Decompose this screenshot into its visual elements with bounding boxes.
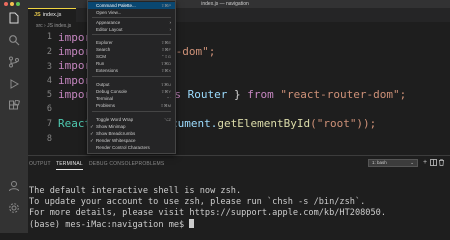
bottom-panel: OUTPUT TERMINAL DEBUG CONSOLE PROBLEMS 1…: [28, 155, 450, 233]
identifier: Router: [187, 88, 228, 101]
menu-item-appearance[interactable]: Appearance ›: [88, 19, 175, 26]
add-terminal-icon[interactable]: +: [421, 159, 429, 167]
window-title: index.js — navigation: [201, 1, 249, 7]
line-number: 2: [46, 47, 52, 57]
line-number: 8: [46, 134, 52, 144]
javascript-file-icon: JS: [34, 12, 41, 18]
call-arguments: ("root"));: [310, 117, 377, 130]
chevron-right-icon: ›: [169, 27, 172, 32]
split-terminal-icon[interactable]: [429, 159, 437, 167]
checkmark-icon: ✓: [90, 124, 94, 129]
menu-item-explorer[interactable]: Explorer ⇧⌘E: [88, 39, 175, 46]
activity-bar: [0, 8, 28, 233]
menu-item-render-control-characters[interactable]: Render Control Characters: [88, 144, 175, 151]
menu-separator: [92, 17, 171, 18]
extensions-icon[interactable]: [7, 99, 21, 114]
keyword-from: from: [247, 88, 274, 101]
view-menu: Command Palette... ⇧⌘P Open View... Appea…: [87, 0, 176, 154]
menu-item-problems[interactable]: Problems ⇧⌘M: [88, 102, 175, 109]
line-number: 4: [46, 76, 52, 86]
checkmark-icon: ✓: [90, 131, 94, 136]
checkmark-icon: ✓: [90, 138, 94, 143]
line-number: 7: [46, 119, 52, 129]
search-icon[interactable]: [7, 34, 21, 48]
line-number: 6: [46, 104, 52, 114]
menu-separator: [92, 111, 171, 112]
tab-terminal[interactable]: TERMINAL: [56, 161, 83, 170]
tab-output[interactable]: OUTPUT: [29, 161, 51, 167]
trash-icon[interactable]: [437, 159, 445, 167]
terminal-prompt: (base) mes-iMac:navigation me$: [29, 220, 190, 230]
menu-item-show-minimap[interactable]: ✓ Show Minimap: [88, 123, 175, 130]
terminal-prompt-line: (base) mes-iMac:navigation me$: [29, 219, 195, 230]
menu-item-output[interactable]: Output ⇧⌘U: [88, 81, 175, 88]
menu-item-command-palette[interactable]: Command Palette... ⇧⌘P: [88, 2, 175, 9]
menu-item-toggle-word-wrap[interactable]: Toggle Word Wrap ⌥Z: [88, 116, 175, 123]
terminal-cursor: [189, 219, 195, 228]
menu-item-render-whitespace[interactable]: ✓ Render Whitespace: [88, 137, 175, 144]
line-number: 3: [46, 62, 52, 72]
tab-problems[interactable]: PROBLEMS: [135, 161, 164, 167]
menu-item-debug-console[interactable]: Debug Console ⇧⌘Y: [88, 88, 175, 95]
menu-item-scm[interactable]: SCM ⌃⇧G: [88, 53, 175, 60]
menu-item-editor-layout[interactable]: Editor Layout ›: [88, 26, 175, 33]
tab-index-js[interactable]: JS index.js: [28, 8, 76, 22]
terminal-line: To update your account to use zsh, pleas…: [29, 197, 366, 207]
line-number: 5: [46, 90, 52, 100]
account-icon[interactable]: [7, 180, 21, 194]
tab-label: index.js: [42, 12, 62, 18]
line-number: 1: [46, 32, 52, 42]
explorer-icon[interactable]: [7, 12, 21, 26]
chevron-right-icon: ›: [169, 20, 172, 25]
tab-debug-console[interactable]: DEBUG CONSOLE: [89, 161, 135, 167]
source-control-icon[interactable]: [7, 56, 21, 70]
menu-item-show-breadcrumbs[interactable]: ✓ Show Breadcrumbs: [88, 130, 175, 137]
terminal-line: For more details, please visit https://s…: [29, 208, 386, 218]
menu-separator: [92, 76, 171, 77]
string-literal: "react-router-dom";: [280, 88, 407, 101]
title-bar: index.js — navigation: [0, 0, 450, 8]
terminal-line: The default interactive shell is now zsh…: [29, 186, 242, 196]
terminal-shell-select[interactable]: 1: bash ⌄: [368, 159, 418, 167]
menu-item-extensions[interactable]: Extensions ⇧⌘X: [88, 67, 175, 74]
settings-gear-icon[interactable]: [7, 202, 21, 216]
menu-item-run[interactable]: Run ⇧⌘D: [88, 60, 175, 67]
run-debug-icon[interactable]: [7, 78, 21, 92]
menu-item-open-view[interactable]: Open View...: [88, 9, 175, 16]
menu-separator: [92, 34, 171, 35]
menu-item-search[interactable]: Search ⇧⌘F: [88, 46, 175, 53]
function-name: getElementById: [217, 117, 311, 130]
menu-item-terminal[interactable]: Terminal ⌃`: [88, 95, 175, 102]
